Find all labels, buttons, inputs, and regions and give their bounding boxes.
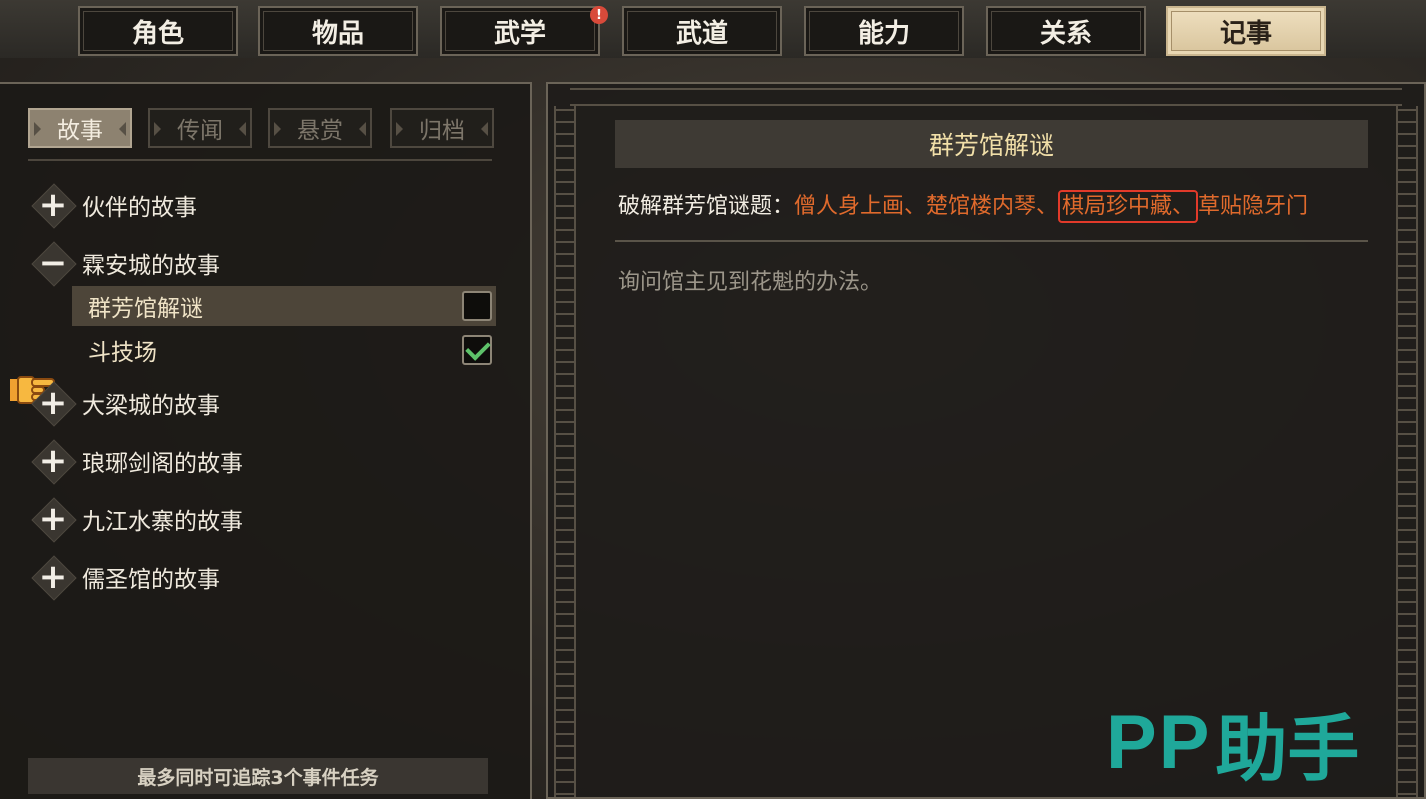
tab-relations[interactable]: 关系: [986, 6, 1146, 56]
divider: [28, 159, 492, 161]
expand-icon: +: [30, 380, 76, 426]
main-tab-bar: 角色 物品 武学 ! 武道 能力 关系 记事: [0, 0, 1426, 58]
story-group-label: 琅琊剑阁的故事: [82, 451, 243, 477]
story-group-label: 儒圣馆的故事: [82, 567, 220, 593]
story-item-arena[interactable]: 斗技场: [72, 330, 496, 370]
watermark-latin: PP: [1106, 700, 1212, 785]
fret-border-right: [1396, 106, 1418, 797]
story-list-panel: 故事 传闻 悬赏 归档 + 伙伴的故事 − 霖安城的故事 群芳馆解谜 斗技场 +…: [0, 82, 532, 799]
detail-description: 询问馆主见到花魁的办法。: [618, 270, 883, 295]
riddle-line: 破解群芳馆谜题：僧人身上画、楚馆楼内琴、 棋局珍中藏、 草贴隐牙门: [618, 188, 1309, 223]
riddle-clues-end: 草贴隐牙门: [1198, 194, 1309, 219]
subtab-stories[interactable]: 故事: [28, 108, 132, 148]
notice-badge-icon: !: [590, 6, 608, 24]
story-group-label: 霖安城的故事: [82, 253, 220, 279]
collapse-icon: −: [30, 240, 76, 286]
expand-icon: +: [30, 182, 76, 228]
story-group-daliang[interactable]: + 大梁城的故事: [30, 380, 220, 426]
expand-icon: +: [30, 554, 76, 600]
subtab-rumors[interactable]: 传闻: [148, 108, 252, 148]
story-group-langya[interactable]: + 琅琊剑阁的故事: [30, 438, 243, 484]
detail-title: 群芳馆解谜: [615, 120, 1368, 168]
story-group-companions[interactable]: + 伙伴的故事: [30, 182, 197, 228]
fret-border-left: [554, 106, 576, 797]
detail-divider: [615, 240, 1368, 242]
riddle-clues: 僧人身上画、楚馆楼内琴、: [794, 194, 1059, 219]
expand-icon: +: [30, 496, 76, 542]
subtab-archive[interactable]: 归档: [390, 108, 494, 148]
pp-assistant-watermark: PP 助手: [1106, 690, 1359, 795]
tracking-limit-note: 最多同时可追踪3个事件任务: [28, 758, 488, 794]
story-item-label: 斗技场: [88, 340, 157, 366]
tab-martial-arts-label: 武学: [493, 18, 546, 49]
subtab-bounties[interactable]: 悬赏: [268, 108, 372, 148]
story-item-puzzle[interactable]: 群芳馆解谜: [72, 286, 496, 326]
fret-border-top: [570, 88, 1402, 106]
story-group-jiujiang[interactable]: + 九江水寨的故事: [30, 496, 243, 542]
tab-martial-way[interactable]: 武道: [622, 6, 782, 56]
story-group-label: 大梁城的故事: [82, 393, 220, 419]
story-group-linan[interactable]: − 霖安城的故事: [30, 240, 220, 286]
story-group-label: 伙伴的故事: [82, 195, 197, 221]
riddle-highlighted-clue: 棋局珍中藏、: [1058, 190, 1199, 223]
story-item-label: 群芳馆解谜: [88, 296, 203, 322]
tab-journal[interactable]: 记事: [1166, 6, 1326, 56]
track-checkbox[interactable]: [462, 291, 492, 321]
story-group-rusheng[interactable]: + 儒圣馆的故事: [30, 554, 220, 600]
tab-items[interactable]: 物品: [258, 6, 418, 56]
track-checkbox[interactable]: [462, 335, 492, 365]
riddle-prefix: 破解群芳馆谜题：: [618, 194, 795, 219]
tab-abilities[interactable]: 能力: [804, 6, 964, 56]
story-group-label: 九江水寨的故事: [82, 509, 243, 535]
tab-martial-arts[interactable]: 武学 !: [440, 6, 608, 56]
tab-character[interactable]: 角色: [78, 6, 238, 56]
expand-icon: +: [30, 438, 76, 484]
watermark-chinese: 助手: [1215, 710, 1360, 790]
